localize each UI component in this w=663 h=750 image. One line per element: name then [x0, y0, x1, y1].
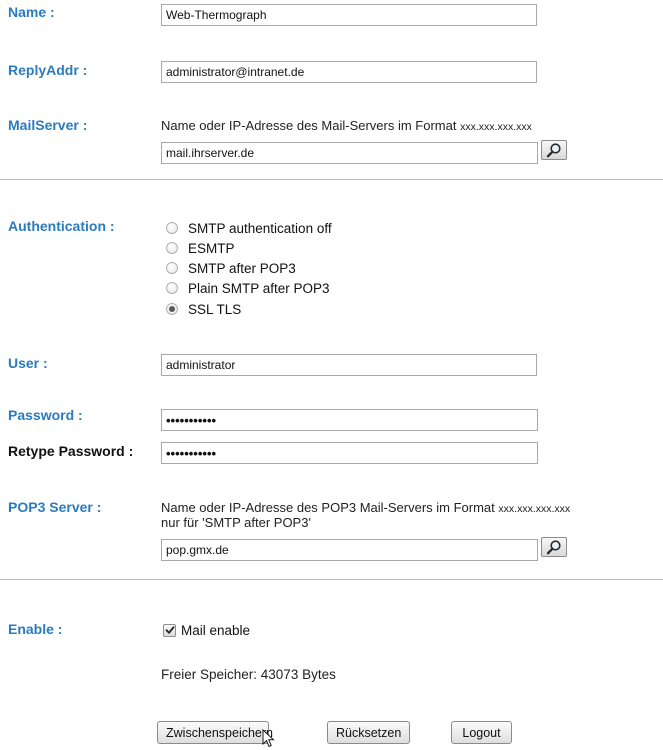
save-button[interactable]: Zwischenspeichern	[157, 721, 273, 744]
pop3server-hint-format: xxx.xxx.xxx.xxx	[498, 503, 571, 515]
radio-ssl-tls[interactable]: SSL TLS	[166, 300, 241, 318]
mailserver-hint-text: Name oder IP-Adresse des Mail-Servers im…	[161, 118, 457, 133]
divider-1	[0, 179, 663, 180]
radio-plain-smtp-after-pop3[interactable]: Plain SMTP after POP3	[166, 279, 330, 297]
magnifier-icon	[546, 143, 561, 158]
pop3server-hint2: nur für 'SMTP after POP3'	[161, 515, 311, 530]
replyaddr-field[interactable]	[161, 61, 537, 83]
name-label: Name :	[8, 4, 55, 20]
mouse-pointer-icon	[262, 729, 275, 748]
user-field[interactable]	[161, 354, 537, 376]
mail-enable-checkbox[interactable]	[163, 623, 176, 637]
retype-password-label: Retype Password :	[8, 443, 134, 459]
radio-label: SSL TLS	[188, 301, 242, 317]
radio-esmtp[interactable]: ESMTP	[166, 239, 235, 257]
radio-label: Plain SMTP after POP3	[188, 280, 330, 296]
radio-button-selected[interactable]	[166, 303, 178, 315]
free-memory-text: Freier Speicher: 43073 Bytes	[161, 667, 336, 682]
reset-button[interactable]: Rücksetzen	[327, 721, 410, 744]
pop3server-hint-text: Name oder IP-Adresse des POP3 Mail-Serve…	[161, 500, 495, 515]
radio-label: SMTP authentication off	[188, 220, 332, 236]
radio-button[interactable]	[166, 262, 178, 274]
radio-label: SMTP after POP3	[188, 260, 296, 276]
pop3server-field[interactable]	[161, 539, 538, 561]
mailserver-hint: Name oder IP-Adresse des Mail-Servers im…	[161, 118, 532, 133]
replyaddr-label: ReplyAddr :	[8, 62, 88, 78]
pop3server-label: POP3 Server :	[8, 499, 102, 515]
user-label: User :	[8, 355, 48, 371]
enable-label: Enable :	[8, 621, 63, 637]
radio-button[interactable]	[166, 222, 178, 234]
pop3server-hint: Name oder IP-Adresse des POP3 Mail-Serve…	[161, 500, 570, 515]
radio-smtp-auth-off[interactable]: SMTP authentication off	[166, 219, 332, 237]
divider-2	[0, 579, 663, 580]
mailserver-lookup-button[interactable]	[541, 140, 567, 160]
retype-password-field[interactable]	[161, 442, 538, 464]
authentication-label: Authentication :	[8, 218, 115, 234]
password-field[interactable]	[161, 409, 538, 431]
radio-smtp-after-pop3[interactable]: SMTP after POP3	[166, 259, 296, 277]
mail-enable-label: Mail enable	[181, 622, 251, 638]
mailserver-field[interactable]	[161, 142, 538, 164]
radio-button[interactable]	[166, 242, 178, 254]
magnifier-icon	[546, 540, 561, 555]
mail-enable-checkbox-row[interactable]: Mail enable	[163, 621, 250, 639]
logout-button[interactable]: Logout	[451, 721, 512, 744]
mailserver-label: MailServer :	[8, 117, 88, 133]
password-label: Password :	[8, 407, 83, 423]
name-field[interactable]	[161, 4, 537, 26]
radio-selected-dot	[169, 306, 175, 312]
pop3server-lookup-button[interactable]	[541, 537, 567, 557]
radio-label: ESMTP	[188, 240, 235, 256]
radio-button[interactable]	[166, 282, 178, 294]
mailserver-hint-format: xxx.xxx.xxx.xxx	[460, 121, 532, 133]
checkmark-icon	[165, 626, 174, 634]
